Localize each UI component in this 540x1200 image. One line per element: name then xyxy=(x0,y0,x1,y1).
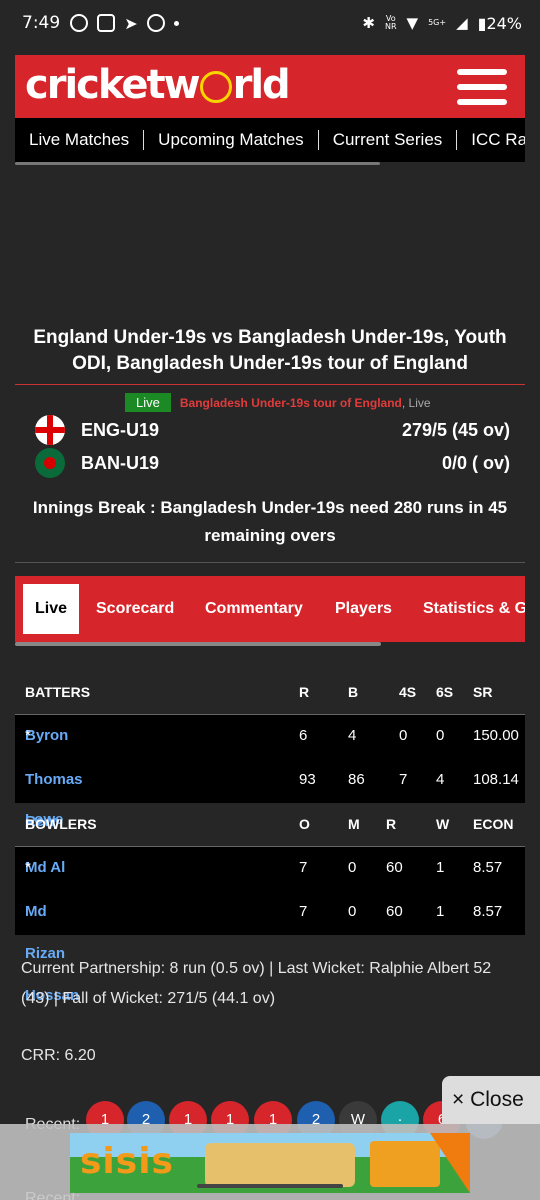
volte-icon: Vo NR xyxy=(384,14,397,31)
col-runs-conceded: R xyxy=(386,816,397,832)
signal-icon: ◢ xyxy=(456,14,468,32)
tab-statistics[interactable]: Statistics & Graphs xyxy=(423,584,525,634)
col-econ: ECON xyxy=(473,816,514,832)
col-bowlers: BOWLERS xyxy=(25,816,97,832)
sr-cell: 108.14 xyxy=(473,771,519,788)
econ-cell: 8.57 xyxy=(473,903,503,920)
team-row-ban: BAN-U19 0/0 ( ov) xyxy=(35,448,510,478)
current-bowler-marker: * xyxy=(25,859,31,876)
on-strike-marker: * xyxy=(25,727,31,744)
close-ad-button[interactable]: × Close xyxy=(442,1076,540,1124)
batters-header: BATTERS R B 4S 6S SR xyxy=(15,671,525,713)
runs-cell: 93 xyxy=(299,771,316,788)
col-maidens: M xyxy=(348,816,360,832)
live-badge: Live xyxy=(125,393,171,412)
bowlers-header: BOWLERS O M R W ECON xyxy=(15,803,525,845)
link-icon xyxy=(97,14,116,32)
fours-cell: 0 xyxy=(399,727,408,744)
series-status: , Live xyxy=(401,395,431,410)
overs-cell: 7 xyxy=(299,859,308,876)
econ-cell: 8.57 xyxy=(473,859,503,876)
maidens-cell: 0 xyxy=(348,859,357,876)
table-row: Md Al Fahad * 7 0 60 1 8.57 xyxy=(15,847,525,918)
crr-info: CRR: 6.20 xyxy=(21,1047,96,1064)
ad-arrow xyxy=(430,1133,470,1193)
nav-scrollbar[interactable] xyxy=(15,162,380,165)
recent-label-ghost: Recent: xyxy=(25,1190,81,1200)
ad-handle[interactable] xyxy=(197,1184,343,1188)
bluetooth-icon: ✱ xyxy=(362,14,375,32)
tab-scorecard[interactable]: Scorecard xyxy=(96,584,174,634)
nav-current-series[interactable]: Current Series xyxy=(319,130,458,150)
nav-icc-rankings[interactable]: ICC Rankings xyxy=(457,130,525,150)
tab-commentary[interactable]: Commentary xyxy=(205,584,303,634)
status-bar: 7:49 ➤ ✱ Vo NR ▼ 5G+ ◢ ▮24% xyxy=(0,0,540,46)
nav-live-matches[interactable]: Live Matches xyxy=(15,130,145,150)
status-time: 7:49 xyxy=(22,13,61,33)
team-name: ENG-U19 xyxy=(81,419,160,440)
table-row: Byron Hatton-Lowe * 6 4 0 0 150.00 xyxy=(15,715,525,828)
wifi-icon: ▼ xyxy=(406,14,419,32)
whatsapp-icon xyxy=(70,14,89,32)
sixes-cell: 0 xyxy=(436,727,445,744)
messenger-icon xyxy=(146,14,165,32)
ad-brand: sisis xyxy=(80,1141,174,1182)
england-flag-icon xyxy=(35,415,65,445)
col-wickets: W xyxy=(436,816,450,832)
team-score: 279/5 (45 ov) xyxy=(401,419,510,440)
battery-level: ▮24% xyxy=(477,13,522,33)
col-overs: O xyxy=(299,816,310,832)
partnership-info: Current Partnership: 8 run (0.5 ov) | La… xyxy=(21,960,492,1007)
menu-icon[interactable] xyxy=(457,69,507,105)
team-score: 0/0 ( ov) xyxy=(441,452,510,473)
runs-cell: 60 xyxy=(386,903,403,920)
divider xyxy=(15,562,525,563)
balls-cell: 86 xyxy=(348,771,365,788)
site-header: cricketw rld xyxy=(15,55,525,118)
tab-live[interactable]: Live xyxy=(23,584,80,634)
balls-cell: 4 xyxy=(348,727,357,744)
col-sixes: 6S xyxy=(436,684,454,700)
overs-cell: 7 xyxy=(299,903,308,920)
series-link[interactable]: Bangladesh Under-19s tour of England xyxy=(180,396,402,410)
match-tabs: Live Scorecard Commentary Players Statis… xyxy=(15,576,525,642)
sr-cell: 150.00 xyxy=(473,727,519,744)
match-status-note: Innings Break : Bangladesh Under-19s nee… xyxy=(32,498,508,545)
live-row: Live Bangladesh Under-19s tour of Englan… xyxy=(125,393,431,412)
col-fours: 4S xyxy=(399,684,417,700)
top-nav: Live Matches Upcoming Matches Current Se… xyxy=(15,118,525,162)
cricketworld-logo[interactable]: cricketw rld xyxy=(25,62,291,108)
runs-cell: 60 xyxy=(386,859,403,876)
table-row: Thomas Rew 93 86 7 4 108.14 xyxy=(15,759,525,830)
team-name: BAN-U19 xyxy=(81,452,160,473)
col-sr: SR xyxy=(473,684,493,700)
nav-upcoming-matches[interactable]: Upcoming Matches xyxy=(144,130,319,150)
sixes-cell: 4 xyxy=(436,771,445,788)
col-batters: BATTERS xyxy=(25,684,91,700)
col-balls: B xyxy=(348,684,359,700)
wickets-cell: 1 xyxy=(436,859,445,876)
tabs-scrollbar[interactable] xyxy=(15,642,381,646)
more-notifications-icon xyxy=(173,20,179,26)
fours-cell: 7 xyxy=(399,771,408,788)
col-runs: R xyxy=(299,684,310,700)
tab-players[interactable]: Players xyxy=(335,584,392,634)
maidens-cell: 0 xyxy=(348,903,357,920)
wickets-cell: 1 xyxy=(436,903,445,920)
table-row: Md Rizan Hossan 7 0 60 1 8.57 xyxy=(15,891,525,1004)
mower-image xyxy=(205,1143,355,1187)
signal-label: 5G+ xyxy=(428,18,447,27)
bangladesh-flag-icon xyxy=(35,448,65,478)
logo-ball-icon xyxy=(199,71,232,103)
runs-cell: 6 xyxy=(299,727,308,744)
team-row-eng: ENG-U19 279/5 (45 ov) xyxy=(35,415,510,445)
divider xyxy=(15,384,525,385)
match-title: England Under-19s vs Bangladesh Under-19… xyxy=(33,327,507,374)
telegram-icon: ➤ xyxy=(124,13,138,33)
